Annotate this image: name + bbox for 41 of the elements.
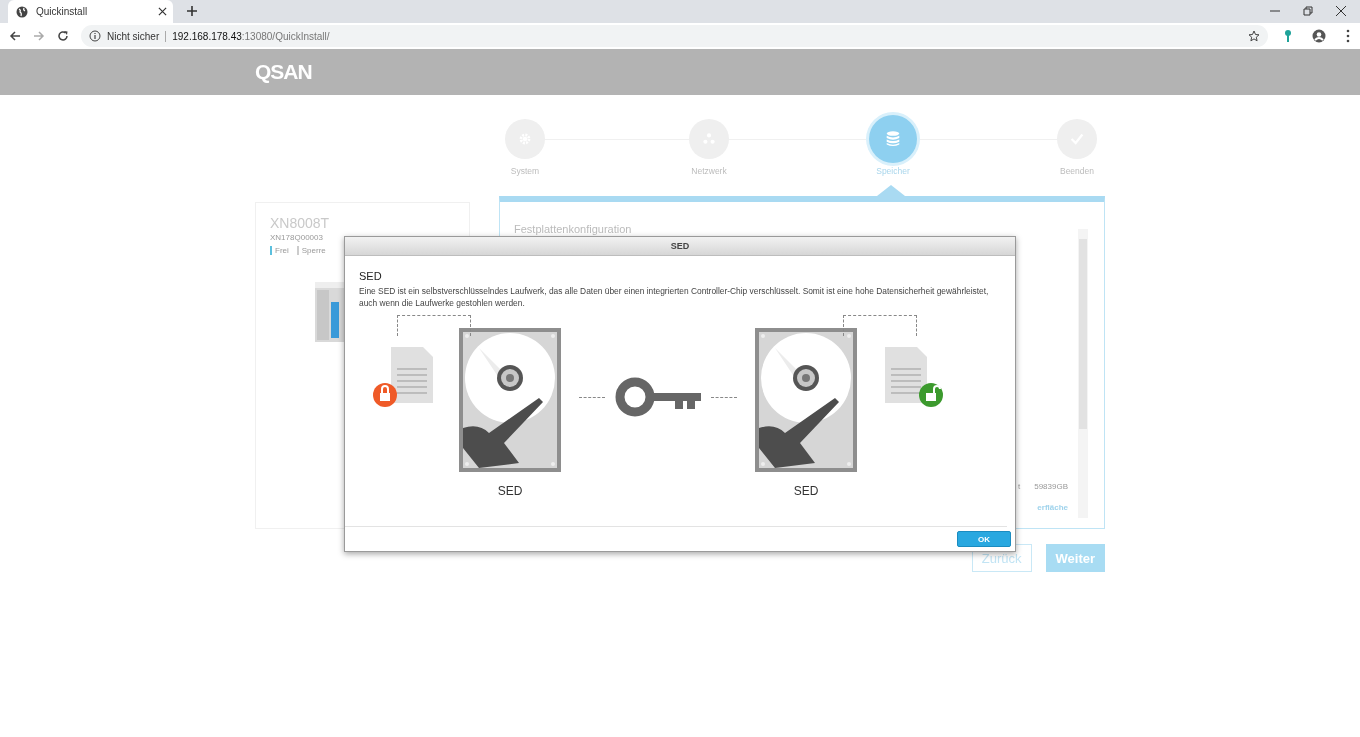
lock-icon [373,383,397,407]
key-icon[interactable] [1284,29,1292,43]
document-icon [391,347,433,403]
reload-icon[interactable] [57,30,69,42]
restore-icon[interactable] [1303,6,1313,16]
link[interactable]: erfläche [1037,503,1068,512]
database-icon [884,130,902,148]
dialog-title: SED [345,237,1015,256]
info-icon [89,30,101,42]
logo: QSAN [255,60,312,84]
panel-title: Festplattenkonfiguration [514,223,633,235]
legend-label: Frei [275,246,289,255]
star-icon[interactable] [1248,30,1260,42]
close-icon[interactable] [158,7,167,16]
globe-icon [16,5,28,18]
next-button[interactable]: Weiter [1045,544,1105,572]
dialog-description: Eine SED ist ein selbstverschlüsselndes Laufwerk, das alle Daten über einen integrierten Controller-Chip verschlüsselt. Somit ist eine hohe Datensicherheit gewährleistet, auch wenn die Laufwerke gestohlen werden. [359,285,990,309]
capacity-value: 59839GB [1034,482,1068,491]
device-serial: XN178Q00003 [270,233,324,242]
ok-button[interactable]: OK [957,531,1011,547]
unlock-icon [919,383,943,407]
drive-label: SED [497,484,523,498]
back-icon[interactable] [9,30,21,42]
scrollbar[interactable] [1078,229,1088,518]
dashed-connector [711,396,737,398]
key-icon [615,377,701,417]
address-field[interactable]: Nicht sicher 192.168.178.43:13080/QuickInstall/ [81,25,1268,47]
account-icon[interactable] [1312,29,1326,43]
dashed-connector [579,396,605,398]
capacity-label: t [1017,482,1021,491]
browser-tab[interactable]: Quickinstall [8,0,173,23]
tab-title: Quickinstall [36,6,89,17]
security-label: Nicht sicher [107,30,167,42]
dialog-heading: SED [359,270,383,282]
drive-label: SED [793,484,819,498]
close-icon[interactable] [1336,6,1346,16]
document-icon [885,347,927,403]
new-tab-icon[interactable] [187,6,197,16]
menu-icon[interactable] [1346,29,1350,43]
url-text: 192.168.178.43:13080/QuickInstall/ [172,30,330,42]
legend-label: Sperre [301,246,326,255]
